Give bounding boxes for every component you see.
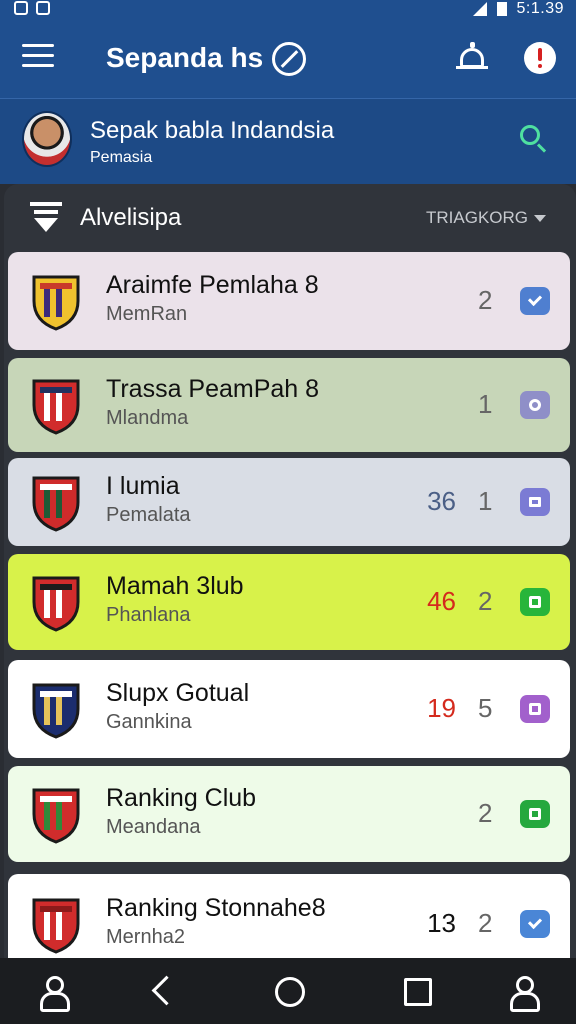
profile-subtitle: Pemasia [90,149,153,166]
notification-bell-button[interactable] [454,40,490,76]
battery-icon [496,2,507,16]
avatar[interactable] [22,111,72,167]
team-subtitle: Pemalata [106,504,191,526]
team-rank: 5 [478,693,493,723]
check-icon [527,914,543,930]
recent-apps-button[interactable] [400,974,434,1008]
account-nav-button[interactable] [506,974,540,1012]
team-score: 19 [427,693,456,723]
team-crest-icon [28,271,84,331]
team-subtitle: Mernha2 [106,926,185,948]
compass-icon [272,42,306,76]
app-bar: Sepanda hs [0,20,576,98]
trophy-icon [30,202,62,232]
team-row[interactable]: Slupx Gotual Gannkina 19 5 [8,660,570,758]
menu-button[interactable] [22,44,54,72]
team-rank: 2 [478,908,493,938]
profile-bar: Sepak babla Indandsia Pemasia [0,98,576,184]
team-row[interactable]: Araimfe Pemlaha 8 MemRan 2 [8,252,570,350]
status-badge[interactable] [520,287,550,315]
team-row[interactable]: Trassa PeamPah 8 Mlandma 1 [8,358,570,452]
status-badge[interactable] [520,910,550,938]
team-crest-icon [28,375,84,435]
check-icon [527,291,543,307]
team-rank: 2 [478,285,493,315]
team-name: Ranking Stonnahe8 [106,894,326,922]
search-button[interactable] [518,123,548,153]
team-score: 46 [427,586,456,616]
team-row[interactable]: I lumia Pemalata 36 1 [8,458,570,546]
notification-icons [14,1,50,15]
status-badge[interactable] [520,391,550,419]
square-icon [529,596,541,608]
profile-name: Sepak babla Indandsia [90,117,335,144]
status-badge[interactable] [520,695,550,723]
status-time: 5:1.39 [516,0,564,17]
team-rank: 1 [478,389,493,419]
signal-icon [472,2,487,16]
team-crest-icon [28,572,84,632]
sort-dropdown[interactable]: TRIAGKORG [426,208,547,228]
sort-label: TRIAGKORG [426,208,529,227]
square-icon [529,808,541,820]
chevron-down-icon [534,215,547,223]
team-row[interactable]: Ranking Club Meandana 2 [8,766,570,862]
team-row[interactable]: Mamah 3lub Phanlana 46 2 [8,554,570,650]
team-subtitle: Meandana [106,816,201,838]
app-title: Sepanda hs [106,42,264,73]
team-rank: 2 [478,798,493,828]
status-badge[interactable] [520,800,550,828]
notification-icon [36,1,50,15]
back-button[interactable] [148,974,182,1008]
navigation-bar [0,958,576,1024]
team-name: Araimfe Pemlaha 8 [106,271,319,299]
status-badge[interactable] [520,588,550,616]
status-badge[interactable] [520,488,550,516]
home-button[interactable] [272,974,306,1008]
team-name: Slupx Gotual [106,679,250,707]
square-icon [529,703,541,715]
team-rank: 1 [478,486,493,516]
team-subtitle: Gannkina [106,711,192,733]
team-name: Mamah 3lub [106,572,244,600]
team-crest-icon [28,894,84,954]
team-crest-icon [28,679,84,739]
team-subtitle: MemRan [106,303,188,325]
team-crest-icon [28,784,84,844]
team-subtitle: Phanlana [106,604,191,626]
section-title: Alvelisipa [80,204,182,231]
team-score: 13 [427,908,456,938]
notification-icon [14,1,28,15]
alert-button[interactable] [524,42,556,74]
team-name: Ranking Club [106,784,257,812]
status-bar: 5:1.39 [0,0,576,20]
mail-icon [529,497,541,507]
team-rank: 2 [478,586,493,616]
circle-icon [529,399,541,411]
team-subtitle: Mlandma [106,407,189,429]
team-crest-icon [28,472,84,532]
team-score: 36 [427,486,456,516]
team-name: Trassa PeamPah 8 [106,375,320,403]
profile-nav-button[interactable] [36,974,70,1012]
team-name: I lumia [106,472,180,500]
